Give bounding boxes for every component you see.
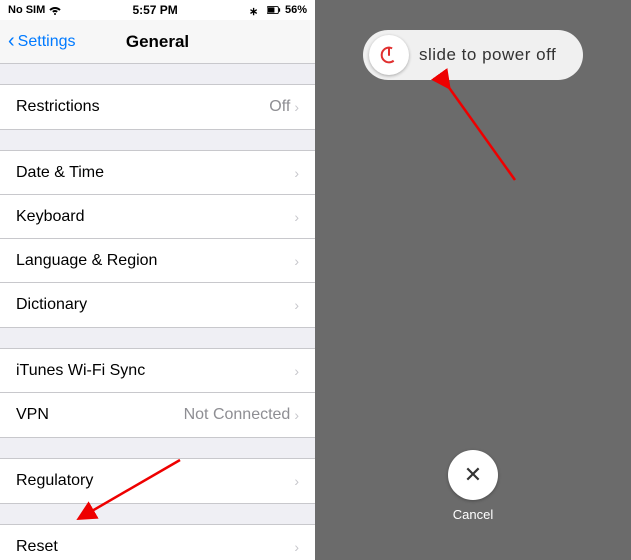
- carrier-label: No SIM: [8, 4, 45, 16]
- restrictions-chevron-icon: ›: [294, 99, 299, 115]
- battery-icon: [267, 4, 281, 16]
- vpn-chevron-icon: ›: [294, 407, 299, 423]
- keyboard-chevron-icon: ›: [294, 209, 299, 225]
- page-title: General: [126, 32, 189, 52]
- datetime-row[interactable]: Date & Time ›: [0, 151, 315, 195]
- cancel-label: Cancel: [453, 507, 493, 522]
- section-group-restrictions: Restrictions Off ›: [0, 84, 315, 130]
- power-slider-text: slide to power off: [419, 45, 556, 65]
- vpn-value: Not Connected: [184, 406, 291, 424]
- cancel-button[interactable]: ✕: [448, 450, 498, 500]
- dictionary-chevron-icon: ›: [294, 297, 299, 313]
- datetime-label: Date & Time: [16, 164, 104, 182]
- language-chevron-icon: ›: [294, 253, 299, 269]
- svg-text:∗: ∗: [249, 6, 258, 16]
- keyboard-label: Keyboard: [16, 208, 85, 226]
- regulatory-chevron-icon: ›: [294, 473, 299, 489]
- regulatory-row[interactable]: Regulatory ›: [0, 459, 315, 503]
- bluetooth-icon: ∗: [249, 4, 263, 16]
- power-btn-circle: [369, 35, 409, 75]
- section-group-datetime: Date & Time › Keyboard › Language & Regi…: [0, 150, 315, 328]
- section-group-itunes: iTunes Wi-Fi Sync › VPN Not Connected ›: [0, 348, 315, 438]
- power-off-screen: slide to power off ✕ Cancel: [315, 0, 631, 560]
- regulatory-label: Regulatory: [16, 472, 93, 490]
- reset-chevron-icon: ›: [294, 539, 299, 555]
- nav-bar: ‹ Settings General: [0, 20, 315, 64]
- section-group-regulatory: Regulatory ›: [0, 458, 315, 504]
- itunes-label: iTunes Wi-Fi Sync: [16, 362, 145, 380]
- power-icon: [378, 44, 400, 66]
- status-bar: No SIM 5:57 PM ∗ 56%: [0, 0, 315, 20]
- wifi-icon: [49, 4, 61, 16]
- restrictions-right: Off ›: [269, 98, 299, 116]
- restrictions-row[interactable]: Restrictions Off ›: [0, 85, 315, 129]
- vpn-row[interactable]: VPN Not Connected ›: [0, 393, 315, 437]
- back-chevron-icon: ‹: [8, 31, 15, 51]
- settings-list: Restrictions Off › Date & Time › Ke: [0, 64, 315, 560]
- itunes-chevron-icon: ›: [294, 363, 299, 379]
- time-label: 5:57 PM: [132, 3, 177, 17]
- restrictions-label: Restrictions: [16, 98, 100, 116]
- reset-label: Reset: [16, 538, 58, 556]
- back-label: Settings: [18, 33, 76, 51]
- dictionary-label: Dictionary: [16, 296, 87, 314]
- language-label: Language & Region: [16, 252, 157, 270]
- cancel-x-icon: ✕: [464, 464, 482, 486]
- back-button[interactable]: ‹ Settings: [8, 32, 75, 51]
- battery-label: 56%: [285, 4, 307, 16]
- language-row[interactable]: Language & Region ›: [0, 239, 315, 283]
- keyboard-row[interactable]: Keyboard ›: [0, 195, 315, 239]
- restrictions-value: Off: [269, 98, 290, 116]
- power-slider[interactable]: slide to power off: [363, 30, 583, 80]
- section-group-reset: Reset ›: [0, 524, 315, 560]
- datetime-chevron-icon: ›: [294, 165, 299, 181]
- dictionary-row[interactable]: Dictionary ›: [0, 283, 315, 327]
- vpn-label: VPN: [16, 406, 49, 424]
- itunes-row[interactable]: iTunes Wi-Fi Sync ›: [0, 349, 315, 393]
- reset-row[interactable]: Reset ›: [0, 525, 315, 560]
